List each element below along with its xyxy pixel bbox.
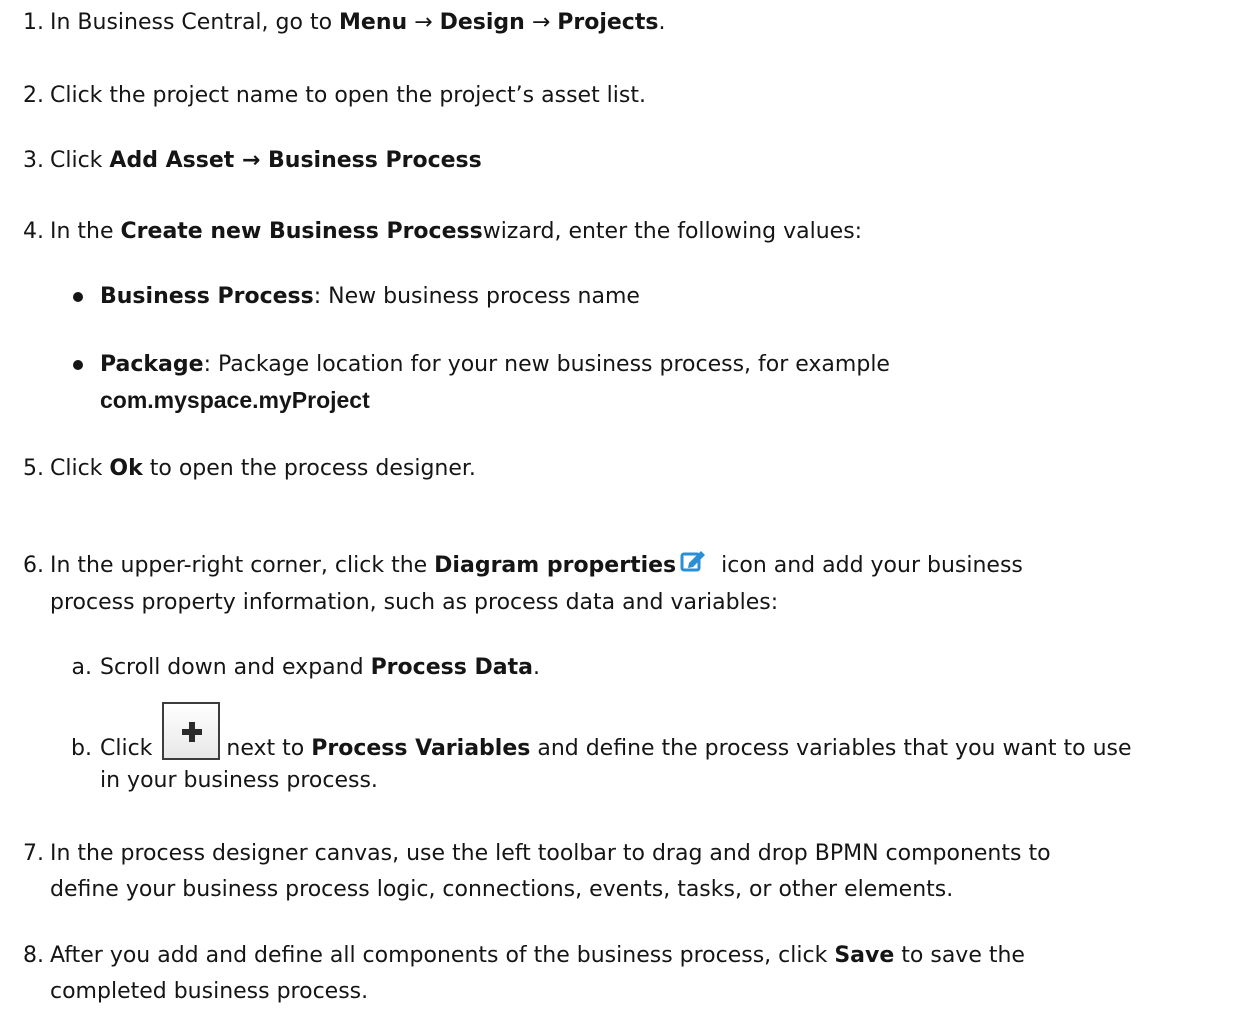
menu-term: Menu [339, 10, 408, 35]
add-asset-term: Add Asset → Business Process [109, 148, 482, 173]
package-term: Package [100, 352, 204, 377]
bullet-dot [73, 292, 83, 302]
step-text: process property information, such as pr… [50, 590, 779, 615]
process-data-term: Process Data [370, 655, 533, 680]
step-text: Scroll down and expand [100, 655, 371, 680]
step-number: 2. [23, 83, 44, 108]
step-text: define your business process logic, conn… [50, 877, 954, 902]
edit-icon [680, 548, 708, 572]
step-number: 6. [23, 553, 44, 578]
package-code: com.myspace.myProject [100, 387, 370, 413]
step-number: a. [71, 655, 92, 680]
process-variables-term: Process Variables [311, 736, 531, 761]
step-number: 3. [23, 148, 44, 173]
step-text: Click [50, 456, 110, 481]
step-number: 5. [23, 456, 44, 481]
ok-term: Ok [109, 456, 143, 481]
bullet-text: : New business process name [313, 284, 640, 309]
bullet-dot [73, 360, 83, 370]
step-number: 7. [23, 841, 44, 866]
step-text: completed business process. [50, 979, 369, 1004]
step-text: In Business Central, go to [50, 10, 340, 35]
step-text: In the process designer canvas, use the … [50, 841, 1051, 866]
step-number: 8. [23, 943, 44, 968]
wizard-term: Create new Business Process [120, 219, 483, 244]
step-text: Click [50, 148, 110, 173]
projects-term: Projects [557, 10, 659, 35]
save-term: Save [834, 943, 895, 968]
step-text: In the upper-right corner, click the [50, 553, 435, 578]
step-text: Click the project name to open the proje… [50, 83, 646, 108]
step-number: 4. [23, 219, 44, 244]
bullet-text: : Package location for your new business… [203, 352, 890, 377]
design-term: Design [439, 10, 525, 35]
step-text: Click [100, 736, 160, 761]
step-text: After you add and define all components … [50, 943, 835, 968]
diagram-properties-term: Diagram properties [434, 553, 677, 578]
step-text: in your business process. [100, 768, 378, 793]
business-process-term: Business Process [100, 284, 314, 309]
step-text: In the [50, 219, 121, 244]
step-number: b. [71, 736, 92, 761]
step-number: 1. [23, 10, 44, 35]
plus-button [162, 702, 220, 760]
